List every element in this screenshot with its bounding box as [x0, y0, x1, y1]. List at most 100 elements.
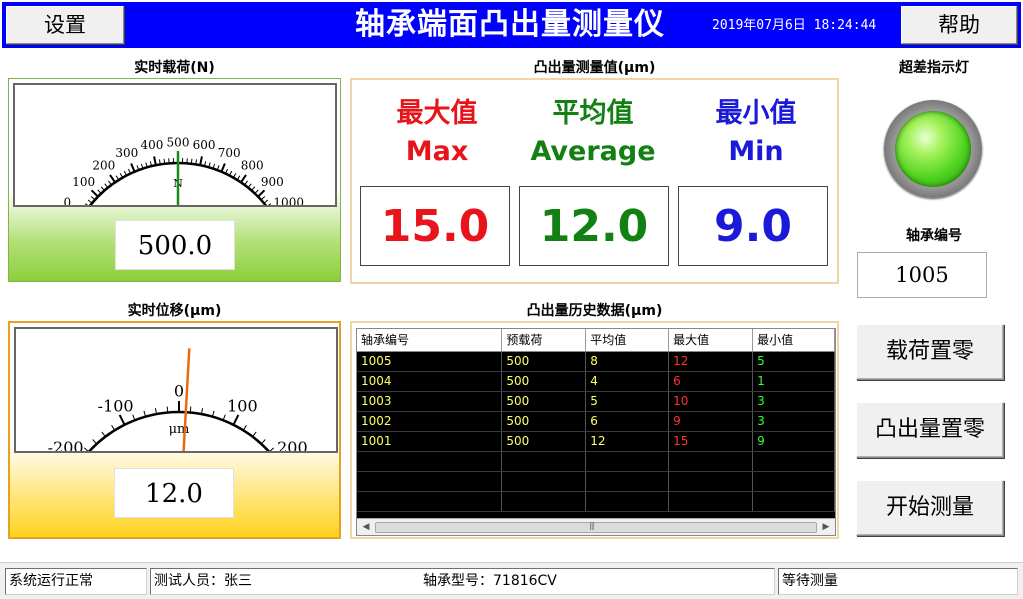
- header: 设置 轴承端面凸出量测量仪 2019年07月6日 18:24:44 帮助: [0, 0, 1023, 50]
- gauge-minor-tick: [189, 406, 192, 413]
- zero-load-button[interactable]: 载荷置零: [856, 324, 1004, 380]
- gauge-minor-tick: [263, 199, 269, 204]
- gauge-minor-tick: [254, 189, 259, 194]
- gauge-minor-tick: [111, 424, 116, 431]
- zero-protrusion-button[interactable]: 凸出量置零: [856, 402, 1004, 458]
- app-title: 轴承端面凸出量测量仪: [355, 7, 665, 42]
- gauge-minor-tick: [247, 183, 252, 188]
- gauge-minor-tick: [190, 158, 193, 164]
- disp-gauge-panel: -200 -100 0 100 200 μm 12.0: [8, 321, 341, 539]
- table-cell-empty: [668, 451, 754, 472]
- table-header-row: 轴承编号 预载荷 平均值 最大值 最小值: [357, 329, 835, 352]
- column-header-preload[interactable]: 预载荷: [501, 329, 587, 352]
- table-cell-empty: [585, 451, 670, 472]
- gauge-minor-tick: [92, 439, 98, 445]
- cell-max: 6: [668, 371, 754, 392]
- avg-value: 12.0: [519, 186, 669, 266]
- cell-preload: 500: [501, 351, 587, 372]
- gauge-tick-label: -100: [98, 396, 134, 415]
- operator-status: 测试人员：张三: [154, 573, 252, 589]
- column-header-average[interactable]: 平均值: [585, 329, 670, 352]
- gauge-minor-tick: [269, 447, 275, 451]
- cell-preload: 500: [501, 391, 587, 412]
- history-title: 凸出量历史数据(μm): [526, 303, 663, 319]
- min-value: 9.0: [678, 186, 828, 266]
- avg-label-en: Average: [530, 136, 656, 167]
- indicator-title: 超差指示灯: [899, 60, 969, 76]
- horizontal-scrollbar[interactable]: ◀ ||| ▶: [357, 518, 835, 535]
- avg-label: 平均值 Average: [513, 95, 673, 171]
- scrollbar-thumb[interactable]: [375, 522, 817, 533]
- table-cell-empty: [752, 471, 835, 492]
- table-row[interactable]: 1003 500 5 10 3: [357, 391, 835, 412]
- table-cell-empty: [501, 451, 587, 472]
- cell-average: 6: [585, 411, 670, 432]
- disp-dial-svg: -200-1000100200μm: [48, 348, 308, 451]
- table-row-empty[interactable]: [357, 491, 835, 512]
- status-bar: 系统运行正常 测试人员：张三 轴承型号：71816CV 等待测量: [0, 562, 1023, 599]
- start-measure-button[interactable]: 开始测量: [856, 480, 1004, 536]
- disp-dial: -200 -100 0 100 200 μm: [14, 327, 338, 453]
- gauge-tick-label: 1000: [273, 196, 304, 205]
- history-table: 轴承编号 预载荷 平均值 最大值 最小值 1005 500 8 12 5 1004 500 4…: [357, 329, 835, 512]
- gauge-tick-label: 400: [140, 138, 163, 152]
- table-cell-empty: [501, 471, 587, 492]
- min-label: 最小值 Min: [676, 95, 836, 171]
- gauge-minor-tick: [242, 424, 247, 431]
- gauge-tick-label: 200: [277, 438, 308, 451]
- gauge-minor-tick: [100, 186, 105, 191]
- gauge-tick-label: 100: [72, 175, 95, 189]
- table-row[interactable]: 1004 500 4 6 1: [357, 371, 835, 392]
- gauge-tick-label: 200: [92, 158, 115, 172]
- gauge-minor-tick: [252, 431, 257, 437]
- cell-bearing-id: 1003: [357, 391, 503, 412]
- gauge-major-tick: [232, 414, 240, 426]
- table-cell-empty: [501, 491, 587, 512]
- column-header-bearing-id[interactable]: 轴承编号: [357, 329, 503, 352]
- table-row[interactable]: 1001 500 12 15 9: [357, 431, 835, 452]
- cell-bearing-id: 1004: [357, 371, 503, 392]
- cell-max: 10: [668, 391, 754, 412]
- cell-min: 1: [752, 371, 835, 392]
- gauge-minor-tick: [104, 183, 109, 188]
- table-row-empty[interactable]: [357, 471, 835, 492]
- gauge-minor-tick: [166, 406, 169, 413]
- gauge-minor-tick: [251, 186, 256, 191]
- column-header-min[interactable]: 最小值: [752, 329, 835, 352]
- bearing-id-title: 轴承编号: [906, 228, 962, 244]
- gauge-tick-label: 300: [115, 146, 138, 160]
- help-button[interactable]: 帮助: [901, 6, 1017, 44]
- cell-max: 9: [668, 411, 754, 432]
- table-cell-empty: [585, 491, 670, 512]
- load-gauge-panel: 01002003004005006007008009001000N 500.0: [8, 78, 341, 282]
- gauge-tick-label: 0: [174, 382, 184, 401]
- column-header-max[interactable]: 最大值: [668, 329, 754, 352]
- cell-min: 5: [752, 351, 835, 372]
- table-cell-empty: [668, 491, 754, 512]
- min-label-zh: 最小值: [715, 98, 797, 129]
- cell-average: 5: [585, 391, 670, 412]
- cell-average: 12: [585, 431, 670, 452]
- gauge-tick-label: 600: [193, 138, 216, 152]
- gauge-minor-tick: [83, 447, 89, 451]
- gauge-tick-label: 700: [218, 146, 241, 160]
- history-grid[interactable]: 轴承编号 预载荷 平均值 最大值 最小值 1005 500 8 12 5 1004 500 4…: [356, 328, 836, 536]
- scroll-right-icon[interactable]: ▶: [819, 521, 833, 533]
- gauge-major-tick: [90, 189, 99, 198]
- table-row-empty[interactable]: [357, 451, 835, 472]
- load-dial-svg: 01002003004005006007008009001000N: [63, 136, 304, 205]
- scroll-left-icon[interactable]: ◀: [359, 521, 373, 533]
- settings-button[interactable]: 设置: [6, 6, 124, 44]
- table-row[interactable]: 1005 500 8 12 5: [357, 351, 835, 372]
- gauge-tick-label: 0: [63, 196, 71, 205]
- table-cell-empty: [585, 471, 670, 492]
- max-label-zh: 最大值: [396, 98, 478, 129]
- measure-title: 凸出量测量值(μm): [533, 60, 656, 76]
- max-label: 最大值 Max: [357, 95, 517, 171]
- gauge-major-tick: [109, 174, 116, 183]
- gauge-minor-tick: [97, 189, 102, 194]
- table-row[interactable]: 1002 500 6 9 3: [357, 411, 835, 432]
- table-cell-empty: [668, 471, 754, 492]
- tolerance-indicator-lamp: [884, 100, 982, 198]
- gauge-tick-label: -200: [48, 438, 84, 451]
